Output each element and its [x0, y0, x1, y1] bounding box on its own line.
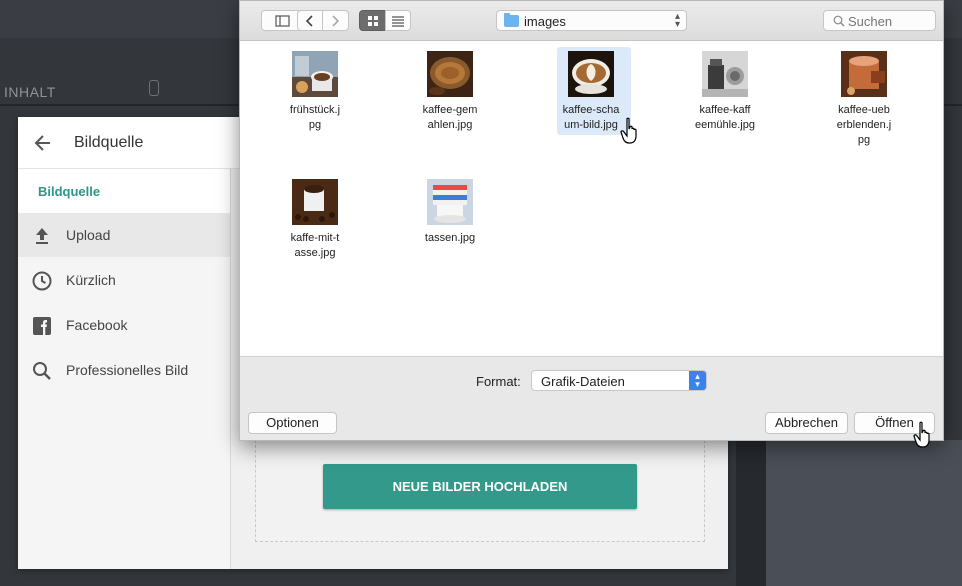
sidebar-heading-label: Bildquelle — [38, 184, 101, 199]
format-bar: Format: Grafik-Dateien ▴ ▾ — [240, 356, 943, 404]
hand-cursor-icon — [620, 117, 637, 144]
forward-button[interactable] — [322, 10, 349, 31]
sidebar-item-facebook[interactable]: Facebook — [18, 303, 230, 347]
file-name: tassen.jpg — [424, 232, 476, 244]
file-name: kaffee-gem ahlen.jpg — [422, 104, 478, 131]
coffee-beans-cup-thumbnail — [292, 179, 338, 225]
sidebar-item-label: Facebook — [66, 317, 128, 333]
search-icon — [833, 15, 845, 27]
file-item[interactable]: frühstück.j pg — [272, 51, 358, 133]
folder-path-select[interactable]: images ▴ ▾ — [496, 10, 687, 31]
sidebar-item-professionelles-bild[interactable]: Professionelles Bild — [18, 348, 230, 392]
file-item[interactable]: kaffee-gem ahlen.jpg — [407, 51, 493, 133]
lock-icon — [149, 80, 159, 96]
file-item[interactable]: kaffee-ueb erblenden.j pg — [821, 51, 907, 148]
search-icon — [33, 362, 51, 380]
chevron-right-icon — [332, 15, 340, 27]
sidebar-item-upload[interactable]: Upload — [18, 213, 230, 257]
sidebar-toggle-icon — [275, 15, 290, 27]
hand-cursor-icon — [913, 421, 930, 448]
file-item[interactable]: kaffe-mit-t asse.jpg — [272, 179, 358, 261]
coffee-cup-thumbnail — [841, 51, 887, 97]
sidebar-item-label: Upload — [66, 227, 111, 243]
list-view-button[interactable] — [385, 10, 411, 31]
coffee-grinder-thumbnail — [702, 51, 748, 97]
file-item[interactable]: tassen.jpg — [407, 179, 493, 246]
format-label: Format: — [476, 374, 521, 389]
upload-new-images-button[interactable]: NEUE BILDER HOCHLADEN — [323, 464, 637, 509]
icon-view-button[interactable] — [359, 10, 386, 31]
dialog-button-bar: Optionen Abbrechen Öffnen — [240, 404, 943, 440]
file-name: kaffee-ueb erblenden.j pg — [836, 104, 892, 146]
source-sidebar: Bildquelle Upload Kürzlich Facebook Prof… — [18, 169, 230, 569]
cancel-button[interactable]: Abbrechen — [765, 412, 848, 434]
chevron-updown-icon: ▴ ▾ — [689, 371, 706, 390]
sidebar-item-label: Kürzlich — [66, 272, 116, 288]
latte-art-thumbnail — [568, 51, 614, 97]
background-panel-dark — [736, 440, 766, 586]
file-item[interactable]: kaffee-kaff eemühle.jpg — [682, 51, 768, 133]
sidebar-item-kuerzlich[interactable]: Kürzlich — [18, 258, 230, 302]
search-input[interactable] — [848, 13, 932, 29]
sidebar-heading: Bildquelle — [18, 169, 230, 213]
folder-name: images — [524, 14, 566, 29]
background-panel — [766, 440, 962, 586]
coffee-breakfast-thumbnail — [292, 51, 338, 97]
file-browser: frühstück.j pg kaffee-gem ahlen.jpg kaffee… — [240, 41, 943, 356]
ground-coffee-thumbnail — [427, 51, 473, 97]
file-name: kaffee-kaff eemühle.jpg — [695, 104, 755, 131]
format-value: Grafik-Dateien — [541, 374, 625, 389]
file-open-dialog: images ▴▾ frühstück.jpg kaffee-gemahlen.… — [239, 0, 944, 441]
back-button[interactable] — [297, 10, 323, 31]
back-arrow-icon[interactable] — [33, 133, 53, 153]
facebook-icon — [33, 317, 51, 335]
list-view-icon — [392, 16, 404, 27]
file-name: kaffe-mit-t asse.jpg — [290, 232, 340, 259]
sidebar-item-label: Professionelles Bild — [66, 362, 189, 378]
chevron-left-icon — [305, 15, 313, 27]
file-name: frühstück.j pg — [289, 104, 341, 131]
grid-view-icon — [368, 16, 378, 26]
clock-icon — [32, 271, 52, 291]
modal-title: Bildquelle — [74, 134, 144, 151]
dialog-toolbar: images ▴ ▾ — [240, 1, 943, 41]
stacked-cups-thumbnail — [427, 179, 473, 225]
format-select[interactable]: Grafik-Dateien ▴ ▾ — [531, 370, 707, 391]
modal-header: Bildquelle — [18, 117, 240, 169]
options-button[interactable]: Optionen — [248, 412, 337, 434]
chevron-updown-icon: ▴ ▾ — [674, 11, 680, 30]
folder-icon — [504, 13, 519, 27]
upload-icon — [36, 228, 48, 244]
search-field[interactable] — [823, 10, 936, 31]
background-section-label: INHALT — [4, 84, 56, 100]
